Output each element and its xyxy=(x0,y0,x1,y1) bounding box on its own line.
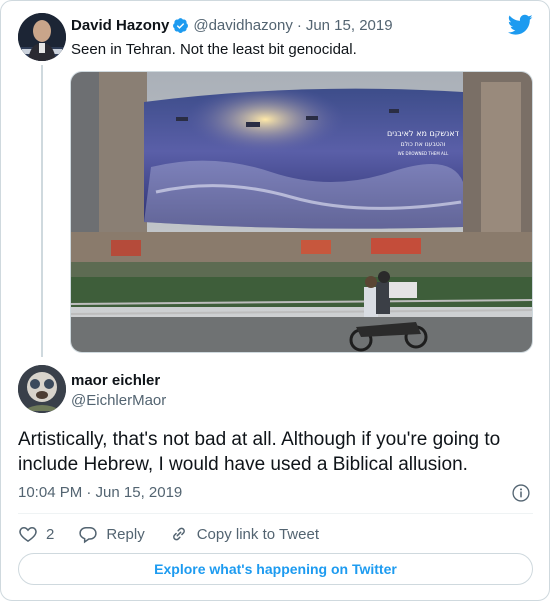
parent-tweet-date[interactable]: Jun 15, 2019 xyxy=(306,17,393,34)
reply-bubble-icon xyxy=(79,527,98,544)
reply-button[interactable]: Reply xyxy=(78,524,145,544)
billboard-text-line-3: WE DROWNED THEM ALL xyxy=(398,151,449,156)
copy-link-label: Copy link to Tweet xyxy=(196,525,319,543)
billboard-text-line-2: והטבענו את כולם xyxy=(401,141,446,148)
link-icon xyxy=(172,527,185,541)
info-icon[interactable] xyxy=(511,483,531,503)
parent-tweet-text: Seen in Tehran. Not the least bit genoci… xyxy=(71,41,357,58)
twitter-bird-icon[interactable] xyxy=(507,14,533,36)
heart-icon xyxy=(19,526,37,542)
parent-author-name[interactable]: David Hazony xyxy=(71,17,169,34)
thread-connector-line xyxy=(41,65,43,357)
reply-author-avatar[interactable] xyxy=(18,365,66,413)
tweet-embed-card: David Hazony @davidhazony · Jun 15, 2019… xyxy=(0,0,550,601)
parent-author-handle[interactable]: @davidhazony xyxy=(193,17,292,34)
reply-timestamp[interactable]: 10:04 PM · Jun 15, 2019 xyxy=(18,484,182,501)
reply-author-name[interactable]: maor eichler xyxy=(71,372,160,389)
reply-tweet-text: Artistically, that's not bad at all. Alt… xyxy=(18,429,501,475)
billboard-text-line-1: דאנשקם מא לאיבנים xyxy=(387,129,460,138)
tweet-photo[interactable]: דאנשקם מא לאיבנים והטבענו את כולם WE DRO… xyxy=(70,71,533,353)
reply-label: Reply xyxy=(106,525,145,543)
like-count: 2 xyxy=(46,525,55,543)
actions-divider xyxy=(18,513,533,514)
reply-author-handle[interactable]: @EichlerMaor xyxy=(71,392,166,409)
copy-link-button[interactable]: Copy link to Tweet xyxy=(169,524,319,544)
parent-author-avatar[interactable] xyxy=(18,13,66,61)
like-button[interactable]: 2 xyxy=(18,524,54,544)
explore-twitter-button[interactable]: Explore what's happening on Twitter xyxy=(18,553,533,585)
tweet-actions-bar: 2 Reply Copy link to Tweet xyxy=(18,521,343,547)
header-separator: · xyxy=(296,17,302,34)
parent-tweet-header: David Hazony @davidhazony · Jun 15, 2019 xyxy=(71,17,393,34)
verified-badge-icon xyxy=(172,17,189,34)
